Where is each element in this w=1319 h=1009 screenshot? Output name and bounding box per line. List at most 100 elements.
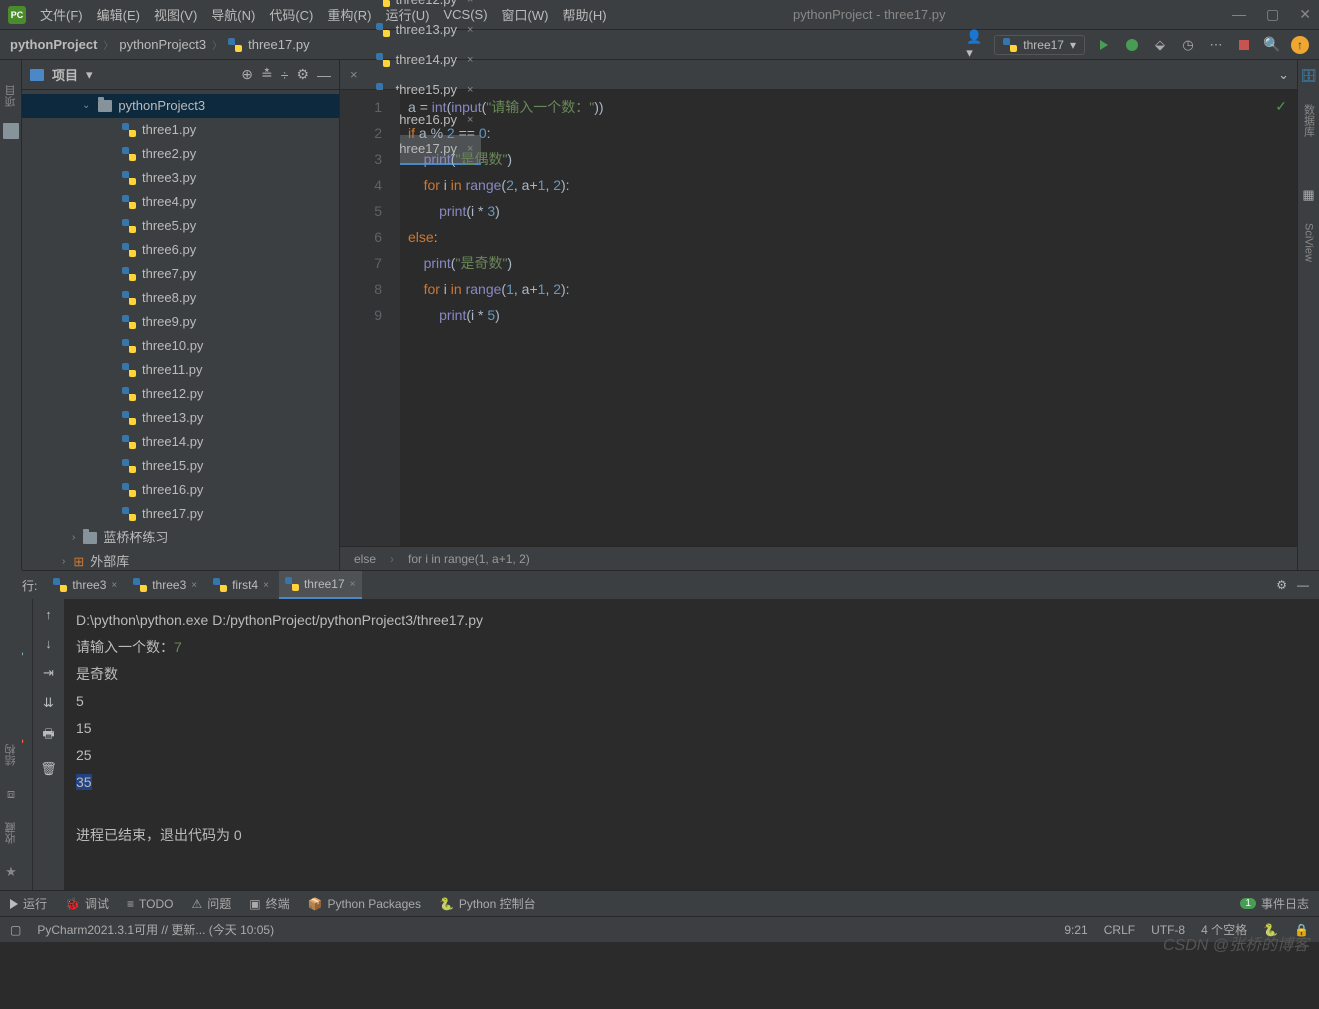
tree-file[interactable]: three4.py <box>22 190 339 214</box>
close-icon[interactable]: × <box>263 580 269 591</box>
tree-file[interactable]: three12.py <box>22 382 339 406</box>
db-icon[interactable]: 🗄 <box>1300 68 1317 84</box>
bottom-debug[interactable]: 🐞调试 <box>65 895 109 912</box>
bottom-todo[interactable]: ≡TODO <box>127 897 173 911</box>
profile-button[interactable]: ◷ <box>1179 36 1197 54</box>
print-icon[interactable]: 🖶 <box>42 725 54 747</box>
rail-favorites[interactable]: 收藏 <box>3 822 19 844</box>
minimize-button[interactable]: — <box>1232 6 1246 23</box>
line-separator[interactable]: CRLF <box>1104 923 1135 937</box>
bottom-eventlog[interactable]: 1事件日志 <box>1240 895 1309 912</box>
menu-refactor[interactable]: 重构(R) <box>327 5 371 24</box>
cursor-position[interactable]: 9:21 <box>1064 923 1087 937</box>
tree-file[interactable]: three1.py <box>22 118 339 142</box>
wrap-icon[interactable]: ⇥ <box>43 665 54 681</box>
tree-file[interactable]: three15.py <box>22 454 339 478</box>
indent[interactable]: 4 个空格 <box>1201 921 1247 938</box>
menu-file[interactable]: 文件(F) <box>40 5 83 24</box>
sciview-icon[interactable]: ▦ <box>1302 187 1314 203</box>
user-icon[interactable]: 👤▾ <box>966 36 984 54</box>
hide-icon[interactable]: — <box>317 67 331 83</box>
tree-file[interactable]: three6.py <box>22 238 339 262</box>
status-message[interactable]: PyCharm2021.3.1可用 // 更新... (今天 10:05) <box>37 921 274 938</box>
rail-structure[interactable]: 结构 <box>3 744 19 766</box>
up-icon[interactable]: ↑ <box>45 607 52 622</box>
tree-file[interactable]: three13.py <box>22 406 339 430</box>
crumb-scope-1[interactable]: for i in range(1, a+1, 2) <box>408 552 530 566</box>
run-tab[interactable]: three3× <box>127 571 203 599</box>
run-tab[interactable]: first4× <box>207 571 275 599</box>
down-icon[interactable]: ↓ <box>45 636 52 651</box>
lock-icon[interactable] <box>1294 923 1309 937</box>
expand-icon[interactable]: ≛ <box>261 66 273 83</box>
interpreter[interactable]: 🐍 <box>1263 923 1278 937</box>
close-icon[interactable]: × <box>467 54 473 66</box>
close-icon[interactable]: × <box>111 580 117 591</box>
run-tab[interactable]: three3× <box>47 571 123 599</box>
update-icon[interactable]: ↑ <box>1291 36 1309 54</box>
tree-file[interactable]: three8.py <box>22 286 339 310</box>
close-button[interactable]: ✕ <box>1299 6 1311 23</box>
rail-project[interactable]: 项目 <box>3 85 19 107</box>
crumb-scope-0[interactable]: else <box>354 552 376 566</box>
debug-button[interactable] <box>1123 36 1141 54</box>
search-icon[interactable]: 🔍 <box>1263 36 1281 54</box>
tab-close-prev[interactable]: × <box>340 67 368 82</box>
menu-edit[interactable]: 编辑(E) <box>97 5 140 24</box>
code-area[interactable]: a = int(input("请输入一个数："))if a % 2 == 0: … <box>400 90 1297 546</box>
tree-file[interactable]: three16.py <box>22 478 339 502</box>
bottom-console[interactable]: 🐍Python 控制台 <box>439 895 536 912</box>
crumb-0[interactable]: pythonProject <box>10 37 97 52</box>
hide-icon[interactable]: — <box>1297 578 1309 592</box>
bottom-run[interactable]: 运行 <box>10 895 47 912</box>
chevron-down-icon[interactable]: ▾ <box>86 67 93 83</box>
trash-icon[interactable]: 🗑 <box>40 761 57 777</box>
crumb-1[interactable]: pythonProject3 <box>119 37 206 52</box>
stop-button[interactable] <box>1235 36 1253 54</box>
close-icon[interactable]: × <box>191 580 197 591</box>
scroll-icon[interactable]: ⇊ <box>43 695 54 711</box>
run-button[interactable] <box>1095 36 1113 54</box>
menu-view[interactable]: 视图(V) <box>154 5 197 24</box>
attach-button[interactable]: ⋯ <box>1207 36 1225 54</box>
editor-tab[interactable]: three12.py× <box>368 0 482 15</box>
tree-folder-2[interactable]: › 蓝桥杯练习 <box>22 526 339 550</box>
inspection-ok-icon[interactable]: ✓ <box>1275 98 1287 115</box>
bottom-terminal[interactable]: ▣终端 <box>249 895 289 912</box>
close-icon[interactable]: × <box>350 579 356 590</box>
editor-tab[interactable]: three14.py× <box>368 45 482 75</box>
editor-tab[interactable]: three13.py× <box>368 15 482 45</box>
run-tab[interactable]: three17× <box>279 571 362 599</box>
project-tree[interactable]: ⌄ pythonProject3 three1.pythree2.py three… <box>22 90 339 570</box>
tree-file[interactable]: three10.py <box>22 334 339 358</box>
chevron-down-icon[interactable]: ⌄ <box>1270 67 1297 83</box>
tree-file[interactable]: three9.py <box>22 310 339 334</box>
coverage-button[interactable]: ⬙ <box>1151 36 1169 54</box>
tree-file[interactable]: three5.py <box>22 214 339 238</box>
tree-folder-root[interactable]: ⌄ pythonProject3 <box>22 94 339 118</box>
bottom-packages[interactable]: 📦Python Packages <box>308 897 421 911</box>
star-icon[interactable]: ★ <box>5 864 17 880</box>
tree-file[interactable]: three11.py <box>22 358 339 382</box>
crumb-2[interactable]: three17.py <box>248 37 309 52</box>
tree-file[interactable]: three2.py <box>22 142 339 166</box>
folder-icon[interactable] <box>3 123 19 139</box>
gear-icon[interactable]: ⚙ <box>1276 578 1287 592</box>
tree-file[interactable]: three14.py <box>22 430 339 454</box>
rail-sciview[interactable]: SciView <box>1303 223 1315 262</box>
tree-file[interactable]: three17.py <box>22 502 339 526</box>
collapse-icon[interactable]: ÷ <box>281 67 289 83</box>
tool-window-icon[interactable]: ▢ <box>10 923 21 937</box>
run-config-selector[interactable]: three17 ▾ <box>994 35 1085 55</box>
close-icon[interactable]: × <box>467 24 473 36</box>
console-output[interactable]: D:\python\python.exe D:/pythonProject/py… <box>64 599 1319 890</box>
menu-code[interactable]: 代码(C) <box>269 5 313 24</box>
structure-icon[interactable]: ⧈ <box>7 786 15 802</box>
gear-icon[interactable]: ⚙ <box>296 66 309 83</box>
tree-file[interactable]: three7.py <box>22 262 339 286</box>
menu-navigate[interactable]: 导航(N) <box>211 5 255 24</box>
maximize-button[interactable]: ▢ <box>1266 6 1279 23</box>
locate-icon[interactable]: ⊕ <box>241 66 253 83</box>
close-icon[interactable]: × <box>467 0 473 6</box>
tree-external-libs[interactable]: › ⊞ 外部库 <box>22 550 339 570</box>
